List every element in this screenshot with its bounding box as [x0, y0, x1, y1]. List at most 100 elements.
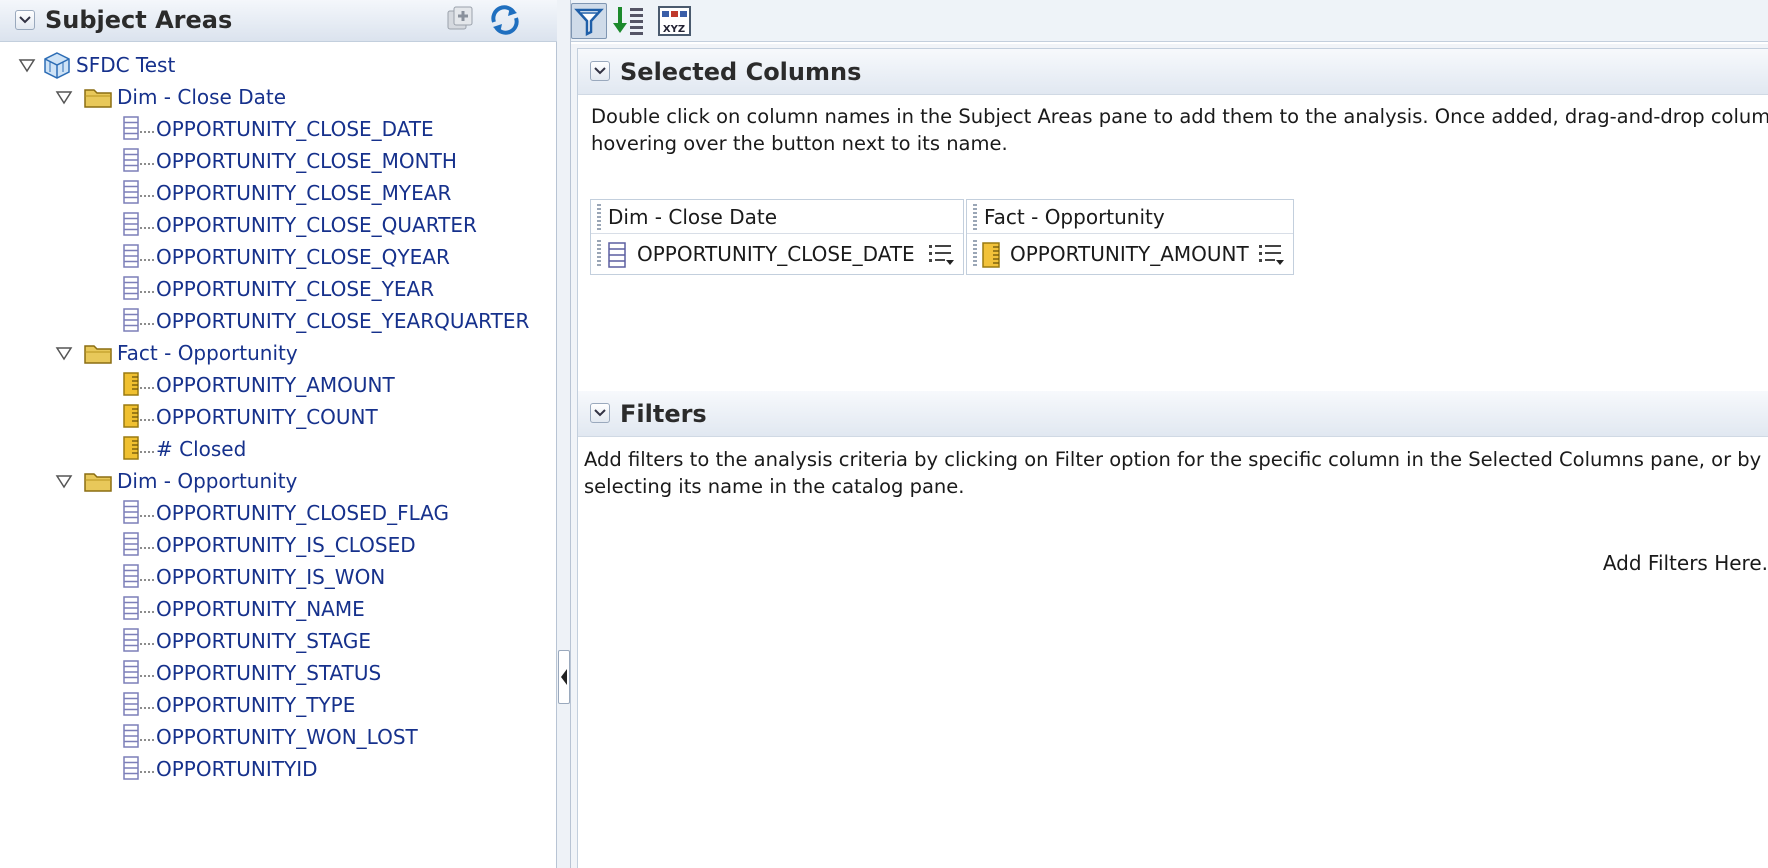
tree-column-label: OPPORTUNITY_CLOSED_FLAG: [156, 501, 449, 525]
tree-column-label: OPPORTUNITY_NAME: [156, 597, 365, 621]
selected-columns-description-line1: Double click on column names in the Subj…: [591, 105, 1768, 128]
selected-column-label: OPPORTUNITY_CLOSE_DATE: [637, 242, 915, 266]
tree-column[interactable]: OPPORTUNITY_TYPE: [122, 690, 355, 720]
tree-folder-label: Fact - Opportunity: [117, 341, 298, 365]
dimension-column-icon: [123, 276, 155, 300]
tree-column[interactable]: OPPORTUNITY_STATUS: [122, 658, 381, 688]
dimension-column-icon: [123, 596, 155, 620]
tree-column[interactable]: OPPORTUNITY_CLOSE_MYEAR: [122, 178, 451, 208]
drag-handle[interactable]: [597, 240, 601, 268]
chevron-down-icon: [19, 16, 31, 24]
pane-splitter[interactable]: [557, 0, 571, 868]
dimension-column-icon: [123, 212, 155, 236]
tree-column[interactable]: # Closed: [122, 434, 246, 464]
tree-column-label: OPPORTUNITY_STATUS: [156, 661, 382, 685]
dimension-column-icon: [123, 180, 155, 204]
tree-column[interactable]: OPPORTUNITY_AMOUNT: [122, 370, 395, 400]
splitter-collapse-handle[interactable]: [558, 650, 570, 704]
dimension-column-icon: [123, 148, 155, 172]
column-options-menu-icon[interactable]: [1257, 241, 1285, 267]
expanded-triangle-icon[interactable]: [55, 473, 73, 489]
criteria-panel: Selected Columns Double click on column …: [577, 48, 1768, 868]
filter-button[interactable]: [571, 3, 607, 39]
measure-column-icon: [123, 436, 155, 460]
tree-column[interactable]: OPPORTUNITY_CLOSE_YEAR: [122, 274, 434, 304]
expanded-triangle-icon[interactable]: [55, 345, 73, 361]
svg-text:XYZ: XYZ: [663, 24, 685, 35]
tree-column-label: OPPORTUNITY_AMOUNT: [156, 373, 395, 397]
selected-column-folder-header[interactable]: Fact - Opportunity: [967, 200, 1293, 234]
tree-column[interactable]: OPPORTUNITY_CLOSE_DATE: [122, 114, 434, 144]
drag-handle[interactable]: [973, 204, 977, 230]
dimension-column-icon: [123, 532, 155, 556]
tree-folder[interactable]: Dim - Opportunity: [55, 466, 297, 496]
filters-title: Filters: [620, 400, 707, 428]
tree-column[interactable]: OPPORTUNITY_COUNT: [122, 402, 378, 432]
subject-area-cube-icon: [44, 52, 70, 79]
add-filters-drop-zone[interactable]: Add Filters Here.: [1603, 551, 1768, 575]
criteria-toolbar: XYZ: [571, 0, 1768, 42]
tree-folder[interactable]: Fact - Opportunity: [55, 338, 298, 368]
dimension-column-icon: [123, 756, 155, 780]
filters-collapse-button[interactable]: [590, 403, 610, 423]
tree-column[interactable]: OPPORTUNITY_WON_LOST: [122, 722, 418, 752]
tree-column[interactable]: OPPORTUNITY_CLOSE_MONTH: [122, 146, 457, 176]
dimension-column-icon: [608, 242, 626, 268]
tree-column-label: OPPORTUNITY_IS_CLOSED: [156, 533, 416, 557]
expanded-triangle-icon[interactable]: [55, 89, 73, 105]
dimension-column-icon: [123, 308, 155, 332]
tree-column[interactable]: OPPORTUNITY_NAME: [122, 594, 365, 624]
tree-column-label: OPPORTUNITYID: [156, 757, 318, 781]
chevron-down-icon: [594, 409, 606, 417]
sort-icon: [613, 7, 643, 35]
tree-column[interactable]: OPPORTUNITY_CLOSE_QUARTER: [122, 210, 477, 240]
sort-button[interactable]: [611, 3, 647, 39]
dimension-column-icon: [123, 660, 155, 684]
xyz-icon: XYZ: [658, 6, 691, 36]
refresh-icon[interactable]: [488, 4, 522, 36]
tree-column-label: # Closed: [156, 437, 247, 461]
tree-column-label: OPPORTUNITY_CLOSE_QUARTER: [156, 213, 477, 237]
measure-column-icon: [982, 242, 1000, 268]
tree-column[interactable]: OPPORTUNITYID: [122, 754, 318, 784]
selected-column-group[interactable]: Dim - Close Date OPPORTUNITY_CLOSE_DATE: [590, 199, 964, 275]
tree-root-sfdc-test[interactable]: SFDC Test: [18, 50, 175, 80]
add-subject-area-icon[interactable]: [445, 5, 475, 35]
selected-column[interactable]: OPPORTUNITY_CLOSE_DATE: [591, 234, 963, 274]
tree-column-label: OPPORTUNITY_CLOSE_MONTH: [156, 149, 457, 173]
tree-root-label: SFDC Test: [76, 53, 176, 77]
dimension-column-icon: [123, 724, 155, 748]
drag-handle[interactable]: [973, 240, 977, 268]
tree-column[interactable]: OPPORTUNITY_CLOSED_FLAG: [122, 498, 449, 528]
tree-column[interactable]: OPPORTUNITY_STAGE: [122, 626, 371, 656]
tree-folder[interactable]: Dim - Close Date: [55, 82, 286, 112]
folder-icon: [84, 473, 112, 492]
selected-column-folder-label: Fact - Opportunity: [984, 205, 1165, 229]
selected-column-folder-header[interactable]: Dim - Close Date: [591, 200, 963, 234]
drag-handle[interactable]: [597, 204, 601, 230]
filters-description-line1: Add filters to the analysis criteria by …: [584, 448, 1768, 471]
selected-columns-collapse-button[interactable]: [590, 61, 610, 81]
filters-header: Filters: [578, 391, 1768, 437]
tree-column[interactable]: OPPORTUNITY_CLOSE_YEARQUARTER: [122, 306, 529, 336]
selected-column-group[interactable]: Fact - Opportunity OPPORTUNITY_AMOUNT: [966, 199, 1294, 275]
tree-column-label: OPPORTUNITY_COUNT: [156, 405, 378, 429]
measure-column-icon: [123, 372, 155, 396]
expanded-triangle-icon[interactable]: [18, 57, 36, 73]
tree-column[interactable]: OPPORTUNITY_IS_CLOSED: [122, 530, 416, 560]
dimension-column-icon: [123, 116, 155, 140]
tree-column[interactable]: OPPORTUNITY_CLOSE_QYEAR: [122, 242, 450, 272]
collapse-left-icon: [561, 669, 567, 685]
selected-column-label: OPPORTUNITY_AMOUNT: [1010, 242, 1249, 266]
selected-column[interactable]: OPPORTUNITY_AMOUNT: [967, 234, 1293, 274]
selected-columns-description-line2: hovering over the button next to its nam…: [591, 132, 1008, 155]
tree-column-label: OPPORTUNITY_CLOSE_QYEAR: [156, 245, 450, 269]
column-options-menu-icon[interactable]: [927, 241, 955, 267]
xyz-button[interactable]: XYZ: [657, 3, 693, 39]
dimension-column-icon: [123, 500, 155, 524]
tree-column[interactable]: OPPORTUNITY_IS_WON: [122, 562, 385, 592]
subject-areas-pane: Subject Areas SFDC Test Dim - Close Date…: [0, 0, 557, 868]
subject-areas-collapse-button[interactable]: [15, 10, 35, 30]
dimension-column-icon: [123, 564, 155, 588]
folder-icon: [84, 89, 112, 108]
